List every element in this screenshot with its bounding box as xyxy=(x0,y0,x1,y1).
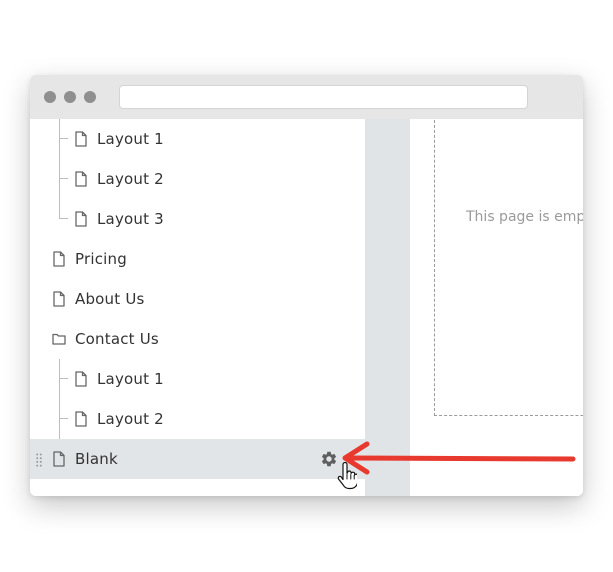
window-titlebar xyxy=(30,75,583,119)
tree-item-label: Layout 1 xyxy=(97,130,164,148)
tree-item-blank[interactable]: Blank xyxy=(30,439,365,479)
empty-page-dropzone[interactable] xyxy=(434,119,583,416)
folder-icon xyxy=(52,331,66,347)
tree-item-layout-2[interactable]: Layout 2 xyxy=(30,159,365,199)
page-icon xyxy=(75,171,87,187)
tree-item-label: About Us xyxy=(75,290,145,308)
tree-item-layout-2[interactable]: Layout 2 xyxy=(30,399,365,439)
empty-page-message: This page is emp xyxy=(466,209,583,225)
window-minimize-dot[interactable] xyxy=(64,91,76,103)
page-tree-sidebar: Layout 1 Layout 2 Layout 3 Pricing About… xyxy=(30,119,365,496)
tree-item-label: Layout 1 xyxy=(97,370,164,388)
tree-item-label: Layout 2 xyxy=(97,410,164,428)
tree-item-about-us[interactable]: About Us xyxy=(30,279,365,319)
page-icon xyxy=(75,411,87,427)
tree-item-label: Contact Us xyxy=(75,330,159,348)
tree-item-label: Layout 2 xyxy=(97,170,164,188)
tree-item-layout-1[interactable]: Layout 1 xyxy=(30,119,365,159)
tree-item-layout-1[interactable]: Layout 1 xyxy=(30,359,365,399)
hand-pointer-cursor-icon xyxy=(337,462,357,490)
drag-handle-icon[interactable] xyxy=(36,452,42,467)
window-maximize-dot[interactable] xyxy=(84,91,96,103)
browser-window: Layout 1 Layout 2 Layout 3 Pricing About… xyxy=(30,75,583,496)
page-icon xyxy=(53,251,65,267)
tree-item-layout-3[interactable]: Layout 3 xyxy=(30,199,365,239)
address-bar[interactable] xyxy=(119,85,528,109)
tree-item-label: Blank xyxy=(75,450,118,468)
tree-item-label: Pricing xyxy=(75,250,127,268)
page-icon xyxy=(75,211,87,227)
page-icon xyxy=(75,371,87,387)
page-icon xyxy=(53,451,65,467)
page-icon xyxy=(75,131,87,147)
tree-item-pricing[interactable]: Pricing xyxy=(30,239,365,279)
window-close-dot[interactable] xyxy=(44,91,56,103)
tree-item-contact-us[interactable]: Contact Us xyxy=(30,319,365,359)
annotation-arrow-icon xyxy=(342,441,576,475)
page-icon xyxy=(53,291,65,307)
tree-item-label: Layout 3 xyxy=(97,210,164,228)
